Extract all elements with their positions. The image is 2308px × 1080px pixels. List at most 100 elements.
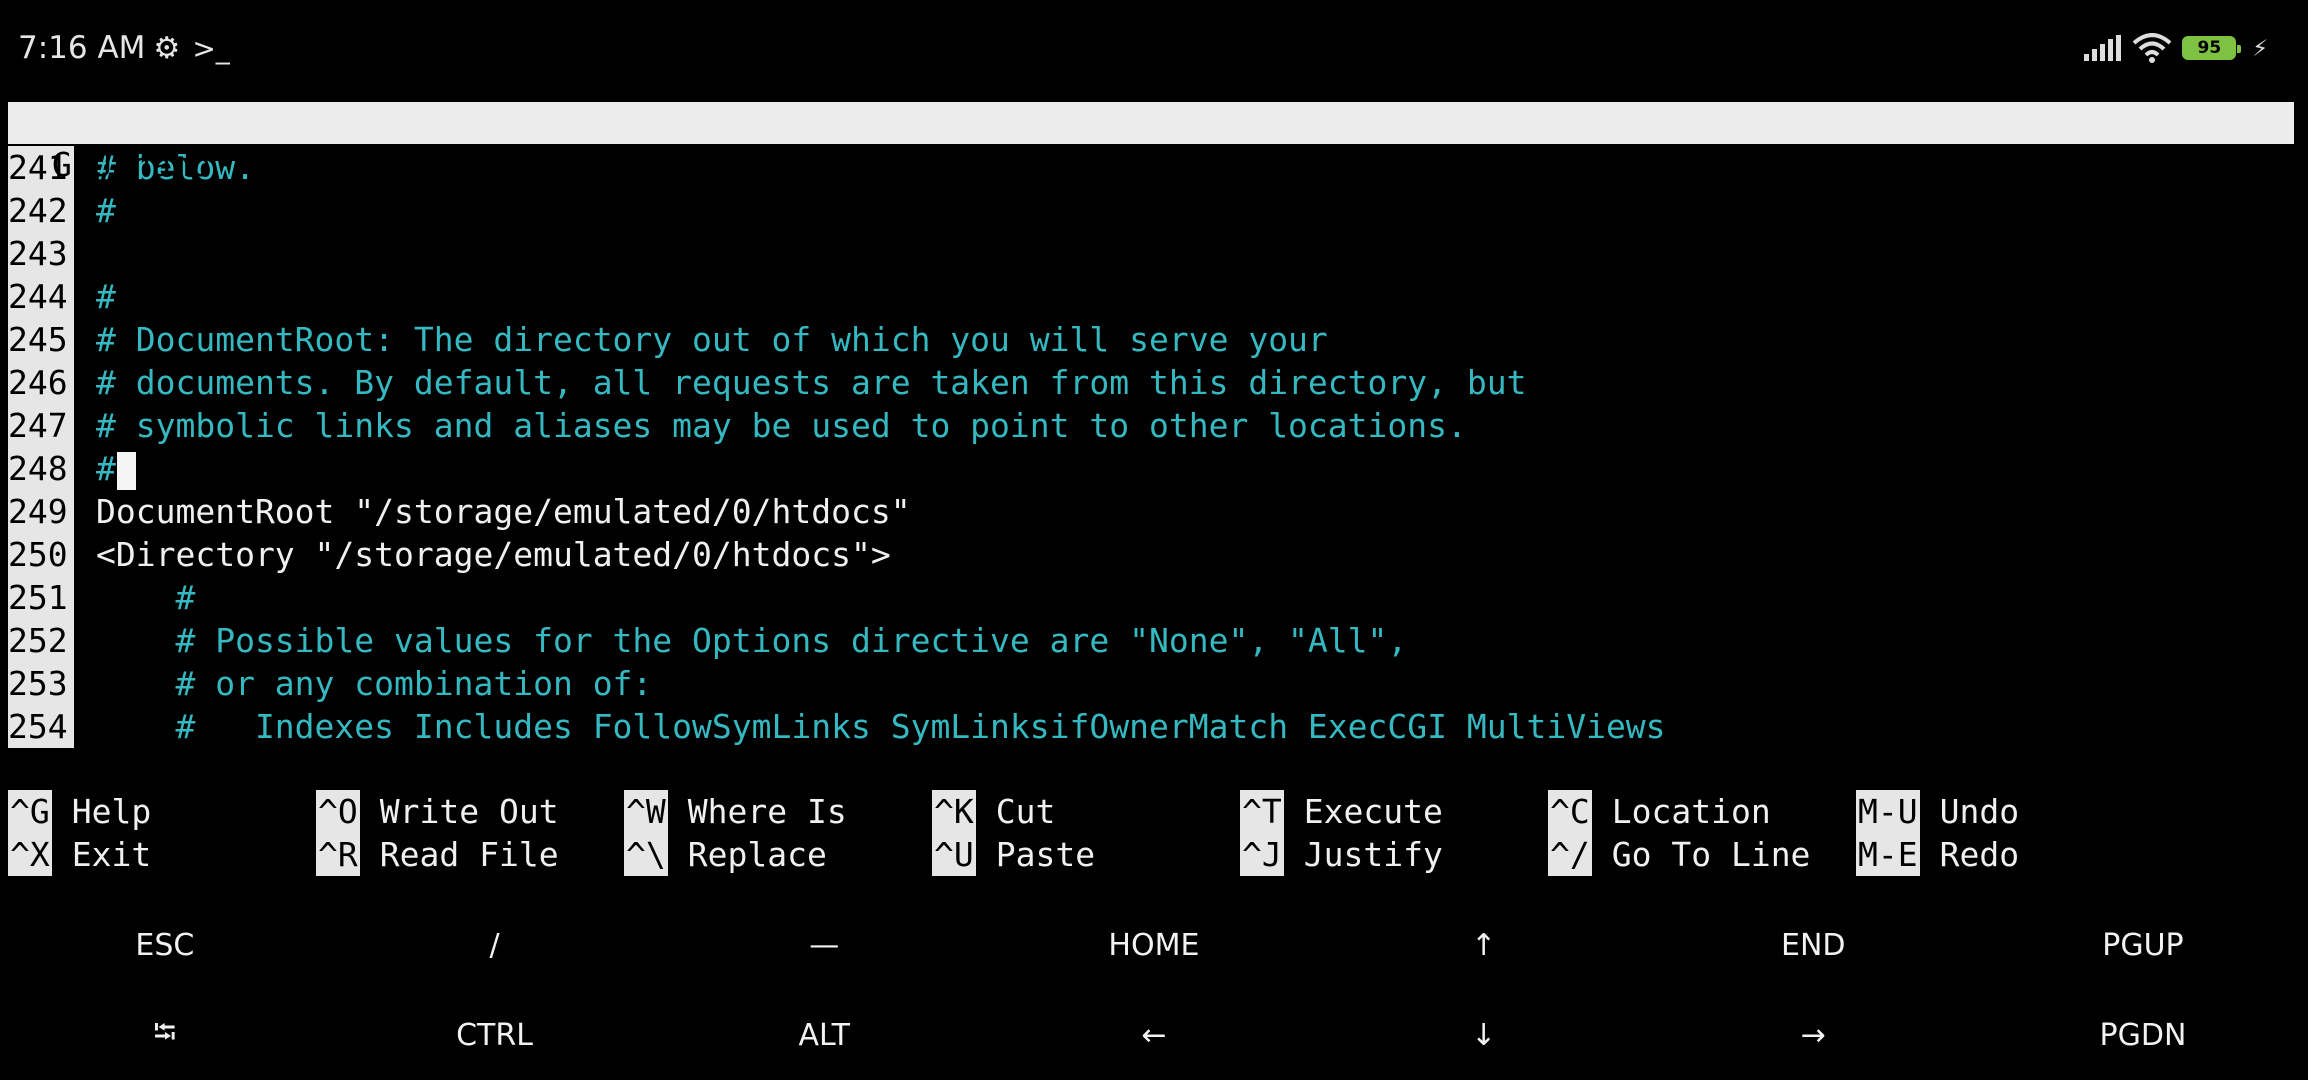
shortcut-label: Write Out [379, 792, 559, 831]
line-text[interactable]: # documents. By default, all requests ar… [74, 361, 1526, 404]
extra-key-button[interactable]: ALT [659, 990, 989, 1080]
editor-line[interactable]: 245 # DocumentRoot: The directory out of … [8, 318, 2294, 361]
line-content: # [96, 578, 196, 617]
terminal-prompt-icon: >_ [192, 31, 230, 65]
editor-line[interactable]: 249 DocumentRoot "/storage/emulated/0/htd… [8, 490, 2294, 533]
line-number: 250 [8, 533, 74, 576]
shortcut-item: ^W Where Is [624, 790, 847, 833]
extra-keys-bar: ESC / — HOME ↑ END PGUP ⭾ CTRL ALT ← ↓ → PGDN [0, 900, 2308, 1080]
shortcut-item: M-U Undo [1856, 790, 2019, 833]
extra-key-button[interactable]: / [330, 900, 660, 990]
extra-key-button[interactable]: END [1648, 900, 1978, 990]
line-number: 246 [8, 361, 74, 404]
line-text[interactable]: # Indexes Includes FollowSymLinks SymLin… [74, 705, 1665, 748]
text-cursor [116, 451, 136, 490]
shortcut-key: ^U [932, 833, 976, 876]
line-text[interactable]: # [74, 275, 116, 318]
editor-line[interactable]: 253 # or any combination of: [8, 662, 2294, 705]
shortcut-label: Justify [1303, 835, 1443, 874]
line-content: # [96, 449, 116, 488]
editor-line[interactable]: 251 # [8, 576, 2294, 619]
editor-lines[interactable]: 241# below.242#243244#245# DocumentRoot:… [8, 146, 2294, 748]
extra-key-button[interactable]: ← [989, 990, 1319, 1080]
shortcut-label: Read File [379, 835, 559, 874]
shortcut-label: Where Is [687, 792, 847, 831]
extra-key-button[interactable]: CTRL [330, 990, 660, 1080]
extra-key-button[interactable]: ↓ [1319, 990, 1649, 1080]
shortcut-item: ^C Location [1548, 790, 1771, 833]
line-number: 252 [8, 619, 74, 662]
line-text[interactable]: <Directory "/storage/emulated/0/htdocs"> [74, 533, 891, 576]
line-number: 249 [8, 490, 74, 533]
shortcut-label: Redo [1939, 835, 2020, 874]
line-text[interactable]: DocumentRoot "/storage/emulated/0/htdocs… [74, 490, 911, 533]
signal-icon [2084, 35, 2122, 61]
editor-line[interactable]: 244# [8, 275, 2294, 318]
shortcut-item: ^U Paste [932, 833, 1095, 876]
extra-key-button[interactable]: ESC [0, 900, 330, 990]
editor-line[interactable]: 250 <Directory "/storage/emulated/0/htdoc… [8, 533, 2294, 576]
shortcut-key: ^C [1548, 790, 1592, 833]
shortcut-key: ^G [8, 790, 52, 833]
line-content: # symbolic links and aliases may be used… [96, 406, 1467, 445]
shortcut-label: Replace [687, 835, 827, 874]
line-number: 253 [8, 662, 74, 705]
line-content: <Directory "/storage/emulated/0/htdocs"> [96, 535, 891, 574]
extra-key-button[interactable]: HOME [989, 900, 1319, 990]
charging-bolt-icon: ⚡ [2252, 33, 2268, 63]
shortcut-item: ^/ Go To Line [1548, 833, 1810, 876]
shortcut-key: ^/ [1548, 833, 1592, 876]
extra-keys-row: ESC / — HOME ↑ END PGUP [0, 900, 2308, 990]
shortcut-label: Exit [71, 835, 152, 874]
line-text[interactable]: # [74, 447, 136, 490]
battery-icon: 95 [2182, 36, 2242, 60]
settings-gear-icon: ⚙ [153, 30, 181, 66]
line-number: 248 [8, 447, 74, 490]
battery-level: 95 [2197, 38, 2222, 58]
shortcut-help: ^G Help ^O Write Out ^W Where Is ^K Cut ^T Execut… [8, 790, 2294, 876]
line-content: # DocumentRoot: The directory out of whi… [96, 320, 1328, 359]
editor-line[interactable]: 254 # Indexes Includes FollowSymLinks Sy… [8, 705, 2294, 748]
editor-line[interactable]: 247 # symbolic links and aliases may be u… [8, 404, 2294, 447]
line-content: # Possible values for the Options direct… [96, 621, 1408, 660]
shortcut-label: Execute [1303, 792, 1443, 831]
editor-line[interactable]: 241# below. [8, 146, 2294, 189]
shortcut-label: Undo [1939, 792, 2020, 831]
extra-key-button[interactable]: ⭾ [0, 990, 330, 1080]
shortcut-item: ^K Cut [932, 790, 1055, 833]
shortcut-key: M-U [1856, 790, 1920, 833]
extra-keys-row: ⭾ CTRL ALT ← ↓ → PGDN [0, 990, 2308, 1080]
extra-key-button[interactable]: ↑ [1319, 900, 1649, 990]
extra-key-button[interactable]: PGUP [1978, 900, 2308, 990]
shortcut-key: ^W [624, 790, 668, 833]
line-text[interactable]: # DocumentRoot: The directory out of whi… [74, 318, 1328, 361]
line-text[interactable]: # Possible values for the Options direct… [74, 619, 1407, 662]
status-bar: 7:16 AM ⚙ >_ 95 ⚡ [0, 0, 2308, 96]
line-text[interactable]: # symbolic links and aliases may be used… [74, 404, 1467, 447]
shortcut-item: ^X Exit [8, 833, 151, 876]
shortcut-label: Help [71, 792, 152, 831]
shortcut-item: ^G Help [8, 790, 151, 833]
line-text[interactable]: # [74, 576, 195, 619]
shortcut-key: ^X [8, 833, 52, 876]
shortcut-key: ^O [316, 790, 360, 833]
file-path: /data/data/com.termux/files/usr/etc/apac… [604, 187, 1677, 226]
shortcut-item: ^R Read File [316, 833, 559, 876]
editor-line[interactable]: 252 # Possible values for the Options di… [8, 619, 2294, 662]
extra-key-button[interactable]: PGDN [1978, 990, 2308, 1080]
extra-key-button[interactable]: → [1648, 990, 1978, 1080]
shortcut-row: ^X Exit ^R Read File ^\ Replace ^U Paste ^J Justi… [8, 833, 2294, 876]
line-text[interactable]: # or any combination of: [74, 662, 652, 705]
editor-line[interactable]: 246 # documents. By default, all requests… [8, 361, 2294, 404]
shortcut-key: ^K [932, 790, 976, 833]
line-content: # [96, 277, 116, 316]
nano-title-bar: GNU nano 7.2 /data/data/com.termux/files… [8, 102, 2294, 268]
clock: 7:16 AM [18, 30, 146, 66]
editor-line[interactable]: 243 [8, 232, 2294, 275]
shortcut-label: Location [1611, 792, 1771, 831]
extra-key-button[interactable]: — [659, 900, 989, 990]
terminal-editor[interactable]: GNU nano 7.2 /data/data/com.termux/files… [8, 102, 2294, 748]
editor-line[interactable]: 248 # [8, 447, 2294, 490]
shortcut-item: ^T Execute [1240, 790, 1443, 833]
line-content: # documents. By default, all requests ar… [96, 363, 1527, 402]
